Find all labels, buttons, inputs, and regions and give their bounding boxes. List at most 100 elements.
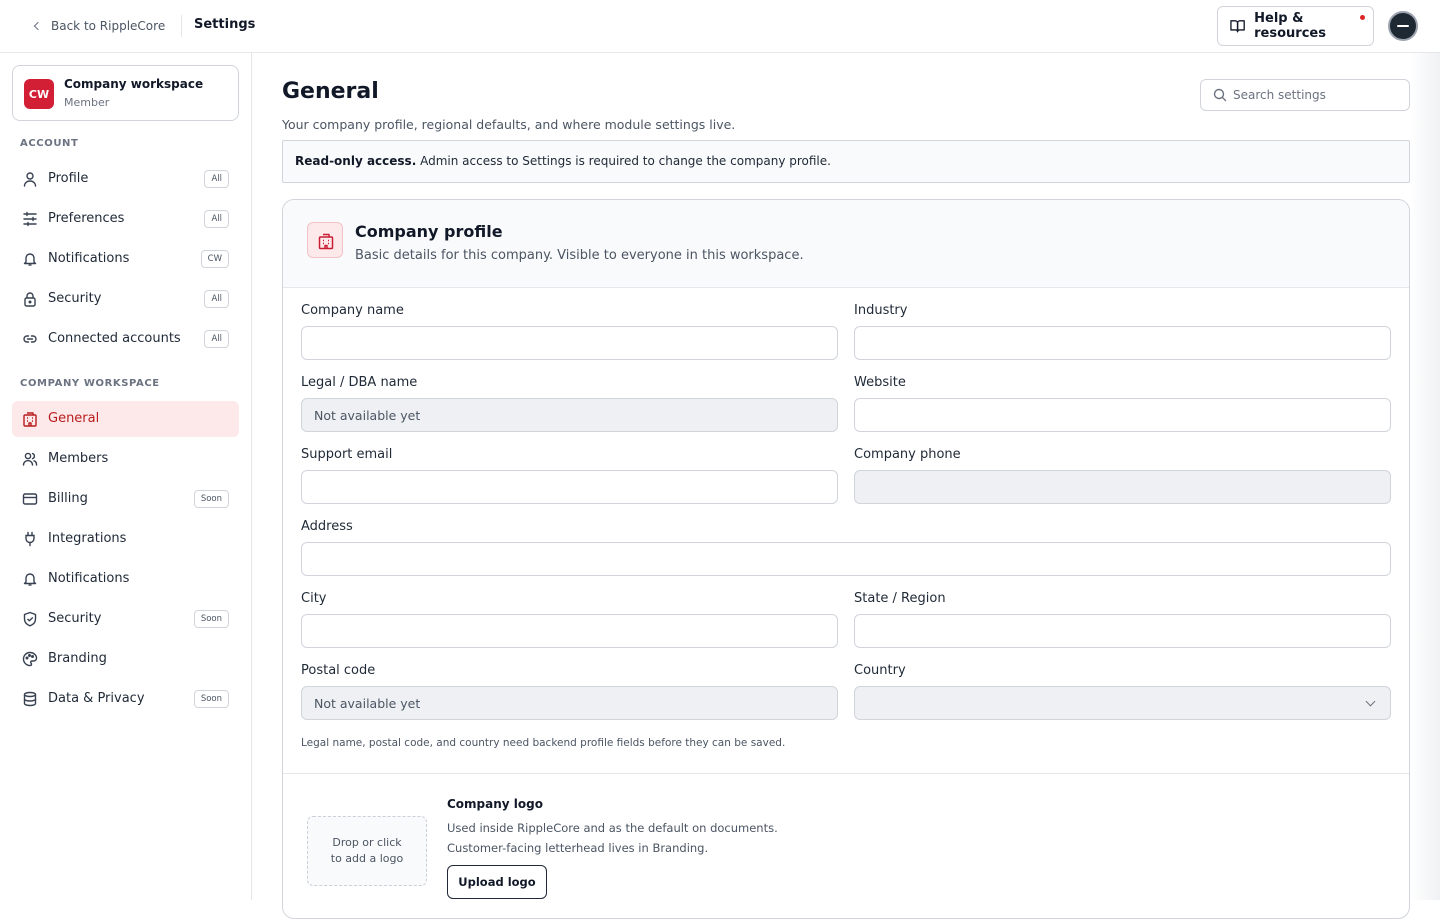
bell-icon	[23, 573, 37, 586]
postal-code-field	[301, 686, 838, 720]
city-input[interactable]	[302, 615, 837, 647]
sidebar-item-label: Billing	[48, 491, 88, 506]
state-label: State / Region	[854, 591, 946, 606]
fields-note: Legal name, postal code, and country nee…	[301, 737, 786, 749]
breadcrumb-divider	[181, 15, 182, 37]
users-icon	[22, 452, 38, 466]
sidebar-item-label: Connected accounts	[48, 331, 181, 346]
bell-icon	[23, 253, 37, 266]
sliders-icon	[23, 211, 37, 227]
state-input[interactable]	[855, 615, 1390, 647]
user-avatar[interactable]	[1388, 11, 1418, 41]
chevron-left-icon	[33, 21, 43, 31]
support-email-input[interactable]	[302, 471, 837, 503]
city-label: City	[301, 591, 327, 606]
address-input[interactable]	[302, 543, 1390, 575]
plug-icon	[25, 531, 35, 547]
sidebar-item-security[interactable]: Security All	[12, 281, 239, 317]
dropzone-text: Drop or click to add a logo	[331, 835, 403, 867]
search-icon	[1213, 88, 1227, 102]
main-content: General Your company profile, regional d…	[252, 53, 1440, 919]
building-icon	[318, 233, 334, 250]
sidebar-item-connected-accounts[interactable]: Connected accounts All	[12, 321, 239, 357]
scope-badge: Soon	[193, 490, 229, 508]
sidebar-item-label: Notifications	[48, 251, 130, 266]
dropzone-line: to add a logo	[330, 852, 404, 865]
minus-icon	[1397, 25, 1409, 27]
building-icon	[23, 412, 37, 427]
sidebar-item-preferences[interactable]: Preferences All	[12, 201, 239, 237]
company-name-input[interactable]	[302, 327, 837, 359]
sidebar-item-integrations[interactable]: Integrations	[12, 521, 239, 557]
company-name-label: Company name	[301, 303, 404, 318]
notice-text: Admin access to Settings is required to …	[416, 154, 831, 168]
sidebar-item-data-privacy[interactable]: Data & Privacy Soon	[12, 681, 239, 717]
read-only-notice: Read-only access. Admin access to Settin…	[282, 140, 1410, 183]
sidebar-item-workspace-security[interactable]: Security Soon	[12, 601, 239, 637]
address-field[interactable]	[301, 542, 1391, 576]
user-icon	[23, 172, 37, 187]
card-subtitle: Basic details for this company. Visible …	[355, 248, 804, 263]
postal-code-input	[302, 687, 837, 719]
sidebar-item-label: Profile	[48, 171, 89, 186]
sidebar-item-billing[interactable]: Billing Soon	[12, 481, 239, 517]
sidebar-item-notifications[interactable]: Notifications CW	[12, 241, 239, 277]
company-name-field[interactable]	[301, 326, 838, 360]
logo-dropzone[interactable]: Drop or click to add a logo	[307, 816, 427, 886]
sidebar-item-label: Integrations	[48, 531, 127, 546]
database-icon	[23, 691, 37, 707]
sidebar-item-label: Data & Privacy	[48, 691, 145, 706]
page-subtitle: Your company profile, regional defaults,…	[282, 117, 736, 132]
account-section-heading: ACCOUNT	[20, 138, 79, 149]
scope-badge: All	[204, 210, 229, 228]
logo-section-description: Used inside RippleCore and as the defaul…	[447, 821, 778, 855]
sidebar-item-branding[interactable]: Branding	[12, 641, 239, 677]
card-title: Company profile	[355, 222, 503, 241]
scope-badge: Soon	[193, 610, 229, 628]
company-phone-input	[855, 471, 1390, 503]
sidebar-item-label: Security	[48, 611, 102, 626]
company-phone-field	[854, 470, 1391, 504]
state-field[interactable]	[854, 614, 1391, 648]
dropzone-line: Drop or click	[332, 836, 402, 849]
sidebar-item-label: Security	[48, 291, 102, 306]
city-field[interactable]	[301, 614, 838, 648]
upload-logo-button[interactable]: Upload logo	[447, 865, 547, 899]
sidebar-item-general[interactable]: General	[12, 401, 239, 437]
website-input[interactable]	[855, 399, 1390, 431]
sidebar-item-workspace-notifications[interactable]: Notifications	[12, 561, 239, 597]
lock-icon	[24, 292, 36, 307]
breadcrumb-current: Settings	[194, 17, 256, 32]
shield-icon	[23, 611, 37, 627]
website-field[interactable]	[854, 398, 1391, 432]
website-label: Website	[854, 375, 906, 390]
industry-field[interactable]	[854, 326, 1391, 360]
sidebar-item-profile[interactable]: Profile All	[12, 161, 239, 197]
workspace-name: Company workspace	[64, 77, 204, 91]
country-label: Country	[854, 663, 906, 678]
notice-heading: Read-only access.	[295, 154, 417, 168]
legal-name-field	[301, 398, 838, 432]
book-icon	[1230, 20, 1245, 33]
help-button-label: Help & resources	[1254, 11, 1326, 41]
sidebar-item-label: General	[48, 411, 100, 426]
workspace-section-heading: COMPANY WORKSPACE	[20, 378, 160, 389]
workspace-logo: CW	[24, 79, 54, 109]
address-label: Address	[301, 519, 353, 534]
workspace-switcher[interactable]: CW Company workspace Member	[12, 65, 239, 121]
search-settings[interactable]	[1200, 79, 1410, 111]
support-email-label: Support email	[301, 447, 393, 462]
support-email-field[interactable]	[301, 470, 838, 504]
scope-badge: Soon	[193, 690, 229, 708]
scope-badge: All	[204, 170, 229, 188]
industry-input[interactable]	[855, 327, 1390, 359]
logo-section-title: Company logo	[447, 797, 543, 811]
country-select	[854, 686, 1391, 720]
help-resources-button[interactable]: Help & resources	[1217, 6, 1374, 46]
legal-name-label: Legal / DBA name	[301, 375, 418, 390]
card-icon-badge	[307, 222, 343, 258]
search-input[interactable]	[1233, 81, 1403, 109]
back-to-app-link[interactable]: Back to RippleCore	[33, 17, 165, 35]
sidebar-item-members[interactable]: Members	[12, 441, 239, 477]
industry-label: Industry	[854, 303, 908, 318]
